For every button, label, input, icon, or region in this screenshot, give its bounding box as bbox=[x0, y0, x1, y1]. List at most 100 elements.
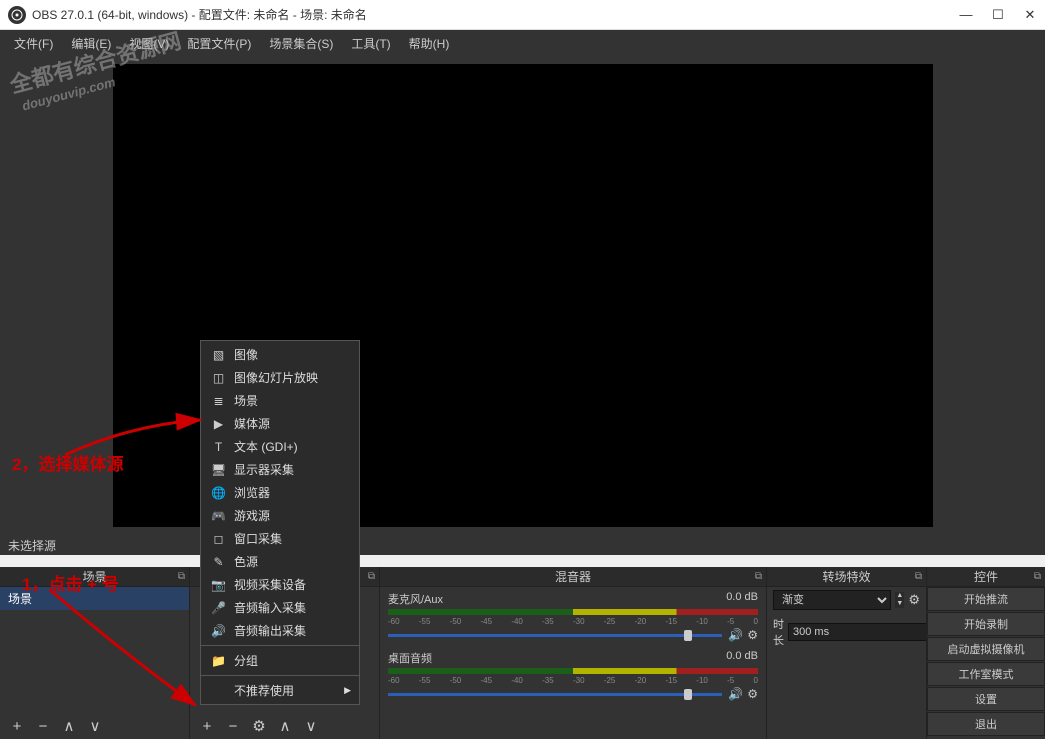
scenes-toolbar: + − ∧ ∨ bbox=[0, 713, 189, 739]
up-button[interactable]: ▲ bbox=[895, 592, 904, 600]
start-recording-button[interactable]: 开始录制 bbox=[927, 612, 1045, 636]
audio-meter bbox=[388, 668, 758, 674]
game-icon: 🎮 bbox=[211, 508, 226, 523]
audio-out-icon: 🔊 bbox=[211, 623, 226, 638]
popout-icon[interactable]: ⧉ bbox=[755, 571, 762, 582]
scene-down-button[interactable]: ∨ bbox=[86, 717, 104, 735]
speaker-icon[interactable]: 🔊 bbox=[728, 628, 743, 642]
settings-button[interactable]: 设置 bbox=[927, 687, 1045, 711]
channel-level: 0.0 dB bbox=[726, 650, 758, 666]
menu-item-audio-input[interactable]: 🎤音频输入采集 bbox=[201, 596, 359, 619]
bottom-panels: 场景 ⧉ 场景 + − ∧ ∨ 源 ⧉ + − ⚙ ∧ ∨ 混音器 ⧉ bbox=[0, 567, 1045, 739]
media-icon: ▶ bbox=[211, 416, 226, 431]
controls-header: 控件 ⧉ bbox=[927, 567, 1045, 587]
video-capture-icon: 📷 bbox=[211, 577, 226, 592]
mixer-header: 混音器 ⧉ bbox=[380, 567, 766, 587]
transitions-panel: 转场特效 ⧉ 渐变 ▲▼ ⚙ 时长 ▲▼ bbox=[767, 567, 927, 739]
scene-up-button[interactable]: ∧ bbox=[60, 717, 78, 735]
status-text: 未选择源 bbox=[8, 537, 56, 554]
minimize-button[interactable]: — bbox=[959, 8, 973, 22]
menu-item-window-capture[interactable]: ◻窗口采集 bbox=[201, 527, 359, 550]
status-bar: 未选择源 bbox=[0, 535, 1045, 555]
gear-icon[interactable]: ⚙ bbox=[747, 628, 758, 642]
popout-icon[interactable]: ⧉ bbox=[915, 571, 922, 582]
menu-item-slideshow[interactable]: ◫图像幻灯片放映 bbox=[201, 366, 359, 389]
studio-mode-button[interactable]: 工作室模式 bbox=[927, 662, 1045, 686]
menubar: 文件(F) 编辑(E) 视图(V) 配置文件(P) 场景集合(S) 工具(T) … bbox=[0, 30, 1045, 56]
popout-icon[interactable]: ⧉ bbox=[368, 571, 375, 582]
speaker-icon[interactable]: 🔊 bbox=[728, 687, 743, 701]
channel-name: 麦克风/Aux bbox=[388, 591, 443, 607]
meter-ticks: -60-55-50-45-40-35-30-25-20-15-10-50 bbox=[388, 676, 758, 685]
window-icon: ◻ bbox=[211, 531, 226, 546]
source-up-button[interactable]: ∧ bbox=[276, 717, 294, 735]
menu-view[interactable]: 视图(V) bbox=[121, 32, 177, 55]
mixer-channel-mic: 麦克风/Aux 0.0 dB -60-55-50-45-40-35-30-25-… bbox=[380, 587, 766, 646]
duration-input[interactable] bbox=[788, 623, 926, 641]
gear-icon[interactable]: ⚙ bbox=[908, 592, 920, 608]
display-icon: 🖥 bbox=[211, 462, 226, 477]
start-streaming-button[interactable]: 开始推流 bbox=[927, 587, 1045, 611]
volume-slider[interactable] bbox=[388, 693, 722, 696]
transitions-header: 转场特效 ⧉ bbox=[767, 567, 926, 587]
menu-separator bbox=[201, 675, 359, 676]
menu-help[interactable]: 帮助(H) bbox=[401, 32, 458, 55]
menu-item-audio-output[interactable]: 🔊音频输出采集 bbox=[201, 619, 359, 642]
transition-type-select[interactable]: 渐变 bbox=[773, 590, 891, 610]
maximize-button[interactable]: ☐ bbox=[991, 8, 1005, 22]
add-source-context-menu: ▧图像 ◫图像幻灯片放映 ≣场景 ▶媒体源 T文本 (GDI+) 🖥显示器采集 … bbox=[200, 340, 360, 705]
browser-icon: 🌐 bbox=[211, 485, 226, 500]
menu-profile[interactable]: 配置文件(P) bbox=[179, 32, 259, 55]
menu-item-text[interactable]: T文本 (GDI+) bbox=[201, 435, 359, 458]
menu-item-browser[interactable]: 🌐浏览器 bbox=[201, 481, 359, 504]
menu-item-scene[interactable]: ≣场景 bbox=[201, 389, 359, 412]
preview-area bbox=[0, 56, 1045, 535]
popout-icon[interactable]: ⧉ bbox=[1034, 571, 1041, 582]
slideshow-icon: ◫ bbox=[211, 370, 226, 385]
color-icon: ✎ bbox=[211, 554, 226, 569]
sources-toolbar: + − ⚙ ∧ ∨ bbox=[190, 713, 379, 739]
menu-item-color-source[interactable]: ✎色源 bbox=[201, 550, 359, 573]
meter-ticks: -60-55-50-45-40-35-30-25-20-15-10-50 bbox=[388, 617, 758, 626]
close-button[interactable]: ✕ bbox=[1023, 8, 1037, 22]
down-button[interactable]: ▼ bbox=[895, 600, 904, 608]
menu-item-group[interactable]: 📁分组 bbox=[201, 649, 359, 672]
channel-name: 桌面音频 bbox=[388, 650, 432, 666]
menu-file[interactable]: 文件(F) bbox=[6, 32, 61, 55]
menu-item-image[interactable]: ▧图像 bbox=[201, 343, 359, 366]
text-icon: T bbox=[211, 439, 226, 454]
annotation-step1: 1，点击 + 号 bbox=[22, 570, 119, 595]
menu-item-display-capture[interactable]: 🖥显示器采集 bbox=[201, 458, 359, 481]
add-source-button[interactable]: + bbox=[198, 718, 216, 735]
menu-scene-collection[interactable]: 场景集合(S) bbox=[261, 32, 341, 55]
audio-in-icon: 🎤 bbox=[211, 600, 226, 615]
remove-scene-button[interactable]: − bbox=[34, 718, 52, 735]
image-icon: ▧ bbox=[211, 347, 226, 362]
scene-icon: ≣ bbox=[211, 393, 226, 408]
menu-edit[interactable]: 编辑(E) bbox=[63, 32, 119, 55]
menu-item-game-capture[interactable]: 🎮游戏源 bbox=[201, 504, 359, 527]
start-virtualcam-button[interactable]: 启动虚拟摄像机 bbox=[927, 637, 1045, 661]
menu-separator bbox=[201, 645, 359, 646]
chevron-right-icon: ▶ bbox=[344, 685, 351, 696]
exit-button[interactable]: 退出 bbox=[927, 712, 1045, 736]
remove-source-button[interactable]: − bbox=[224, 718, 242, 735]
mixer-panel: 混音器 ⧉ 麦克风/Aux 0.0 dB -60-55-50-45-40-35-… bbox=[380, 567, 767, 739]
source-properties-button[interactable]: ⚙ bbox=[250, 717, 268, 735]
mixer-channel-desktop: 桌面音频 0.0 dB -60-55-50-45-40-35-30-25-20-… bbox=[380, 646, 766, 705]
channel-level: 0.0 dB bbox=[726, 591, 758, 607]
source-down-button[interactable]: ∨ bbox=[302, 717, 320, 735]
menu-item-deprecated[interactable]: 不推荐使用▶ bbox=[201, 679, 359, 702]
menu-item-media-source[interactable]: ▶媒体源 bbox=[201, 412, 359, 435]
menu-tools[interactable]: 工具(T) bbox=[343, 32, 398, 55]
window-title: OBS 27.0.1 (64-bit, windows) - 配置文件: 未命名… bbox=[32, 6, 959, 23]
window-titlebar: OBS 27.0.1 (64-bit, windows) - 配置文件: 未命名… bbox=[0, 0, 1045, 30]
controls-panel: 控件 ⧉ 开始推流 开始录制 启动虚拟摄像机 工作室模式 设置 退出 bbox=[927, 567, 1045, 739]
volume-slider[interactable] bbox=[388, 634, 722, 637]
add-scene-button[interactable]: + bbox=[8, 718, 26, 735]
popout-icon[interactable]: ⧉ bbox=[178, 571, 185, 582]
gear-icon[interactable]: ⚙ bbox=[747, 687, 758, 701]
duration-label: 时长 bbox=[773, 616, 784, 648]
app-logo bbox=[8, 6, 26, 24]
menu-item-video-capture[interactable]: 📷视频采集设备 bbox=[201, 573, 359, 596]
